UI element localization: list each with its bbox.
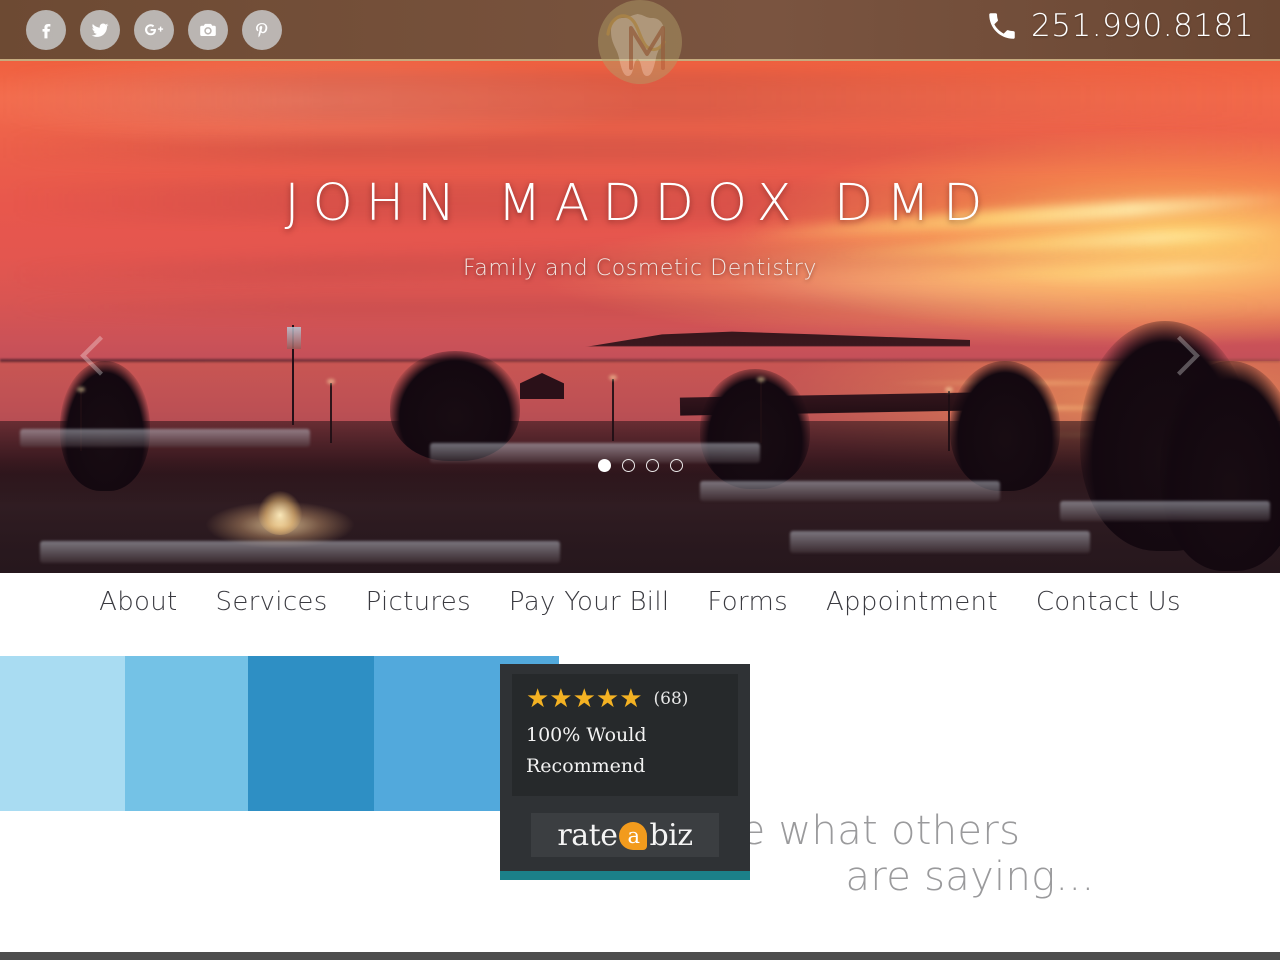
- hero-subtitle: Family and Cosmetic Dentistry: [463, 256, 817, 281]
- placeholder-blocks: [0, 656, 559, 811]
- star-rating-glyphs: ★★★★★: [526, 684, 643, 714]
- slider-dot-1[interactable]: [597, 459, 611, 472]
- main-navigation: About Services Pictures Pay Your Bill Fo…: [0, 573, 1280, 630]
- nav-item-contact-us[interactable]: Contact Us: [1017, 587, 1200, 617]
- slider-dots: [0, 459, 1280, 472]
- parked-cars-row: [790, 531, 1090, 553]
- slider-dot-3[interactable]: [645, 459, 659, 472]
- placeholder-block: [248, 656, 374, 811]
- hero-title: JOHN MADDOX DMD: [284, 174, 996, 233]
- nav-item-about[interactable]: About: [80, 587, 196, 617]
- nav-item-forms[interactable]: Forms: [688, 587, 807, 617]
- footer-bar: [0, 952, 1280, 960]
- slider-next-arrow[interactable]: [1170, 333, 1204, 376]
- parked-cars-row: [40, 541, 560, 563]
- cloud-band: [0, 133, 1280, 163]
- street-lamp: [760, 381, 762, 443]
- nav-item-pay-your-bill[interactable]: Pay Your Bill: [490, 587, 688, 617]
- parked-cars-row: [1060, 501, 1270, 521]
- hero-slider: JOHN MADDOX DMD Family and Cosmetic Dent…: [0, 61, 1280, 573]
- practice-logo[interactable]: [584, 0, 696, 98]
- testimonials-tagline: See what others are saying...: [690, 808, 1250, 901]
- nav-item-services[interactable]: Services: [197, 587, 347, 617]
- phone-contact[interactable]: 251.990.8181: [985, 8, 1254, 44]
- parked-cars-row: [20, 429, 310, 447]
- american-flag: [287, 327, 301, 349]
- rateabiz-accent-bar: [500, 871, 750, 880]
- recommend-text: 100% Would Recommend: [526, 720, 724, 783]
- rating-stars: ★★★★★ (68): [526, 686, 724, 712]
- parked-cars-row: [700, 481, 1000, 501]
- slider-dot-2[interactable]: [621, 459, 635, 472]
- facebook-icon[interactable]: [26, 10, 66, 50]
- logo-rate-text: rate: [557, 817, 618, 853]
- slider-prev-arrow[interactable]: [76, 333, 110, 376]
- google-plus-icon[interactable]: [134, 10, 174, 50]
- phone-icon: [985, 9, 1019, 43]
- slider-dot-4[interactable]: [669, 459, 683, 472]
- logo-a-badge: a: [619, 822, 648, 850]
- placeholder-block: [0, 656, 125, 811]
- rateabiz-widget[interactable]: ★★★★★ (68) 100% Would Recommend rate a b…: [500, 664, 750, 880]
- twitter-icon[interactable]: [80, 10, 120, 50]
- nav-item-pictures[interactable]: Pictures: [347, 587, 490, 617]
- nav-item-appointment[interactable]: Appointment: [807, 587, 1017, 617]
- social-links: [26, 10, 282, 50]
- recommend-line-1: 100% Would: [526, 724, 647, 746]
- fountain-spray: [258, 491, 302, 535]
- street-lamp: [612, 379, 614, 441]
- cloud-band: [0, 297, 1280, 317]
- instagram-icon[interactable]: [188, 10, 228, 50]
- street-lamp: [330, 383, 332, 443]
- pinterest-icon[interactable]: [242, 10, 282, 50]
- placeholder-block: [125, 656, 248, 811]
- recommend-line-2: Recommend: [526, 755, 646, 778]
- logo-biz-text: biz: [649, 817, 693, 853]
- review-count: (68): [653, 689, 689, 709]
- rateabiz-logo: rate a biz: [531, 813, 719, 857]
- street-lamp: [948, 391, 950, 451]
- horizon-line: [0, 359, 1280, 362]
- rateabiz-rating-panel: ★★★★★ (68) 100% Would Recommend: [512, 674, 738, 796]
- rateabiz-logo-text: rate a biz: [557, 817, 693, 853]
- tagline-line-2: are saying...: [845, 854, 1095, 901]
- phone-number: 251.990.8181: [1031, 8, 1254, 44]
